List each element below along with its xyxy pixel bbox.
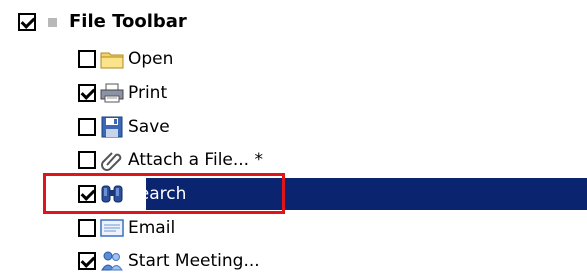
tree-item-print[interactable]: Print	[78, 79, 169, 107]
email-icon	[100, 217, 124, 239]
toolbar-tree: File Toolbar Open Print Save Attach a Fi…	[0, 0, 587, 276]
group-row-file-toolbar[interactable]: File Toolbar	[18, 8, 189, 36]
item-checkbox-attach-file[interactable]	[78, 151, 96, 169]
folder-icon	[100, 48, 124, 70]
tree-item-save[interactable]: Save	[78, 113, 172, 141]
item-checkbox-open[interactable]	[78, 50, 96, 68]
floppy-disk-icon	[100, 116, 124, 138]
tree-item-start-meeting[interactable]: Start Meeting...	[78, 247, 262, 275]
item-label: Attach a File... *	[128, 150, 263, 170]
tree-item-attach-file[interactable]: Attach a File... *	[78, 146, 265, 174]
item-label: Open	[128, 49, 174, 69]
item-label: Start Meeting...	[128, 251, 260, 271]
group-label: File Toolbar	[69, 11, 187, 32]
item-label: Email	[128, 218, 176, 238]
tree-item-open[interactable]: Open	[78, 45, 175, 73]
people-meeting-icon	[100, 250, 124, 272]
item-checkbox-print[interactable]	[78, 84, 96, 102]
group-checkbox[interactable]	[18, 13, 36, 31]
item-label: Print	[128, 83, 168, 103]
item-label: Save	[128, 117, 170, 137]
item-checkbox-save[interactable]	[78, 118, 96, 136]
printer-icon	[100, 82, 124, 104]
callout-highlight-box	[43, 173, 285, 214]
item-checkbox-start-meeting[interactable]	[78, 252, 96, 270]
tree-item-email[interactable]: Email	[78, 214, 177, 242]
paperclip-icon	[100, 149, 124, 171]
item-checkbox-email[interactable]	[78, 219, 96, 237]
bullet-icon	[48, 17, 57, 27]
